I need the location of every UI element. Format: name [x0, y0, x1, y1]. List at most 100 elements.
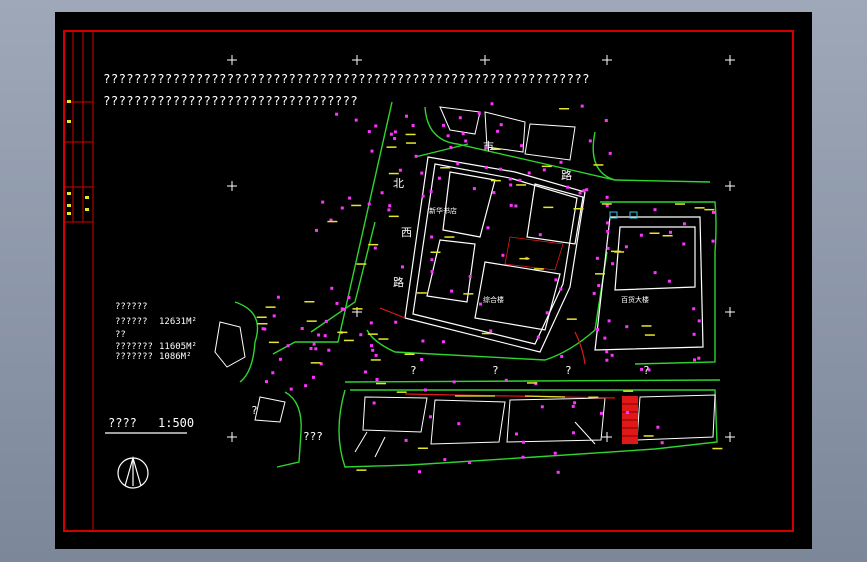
survey-point	[335, 301, 339, 305]
north-arrow-icon	[117, 455, 149, 489]
survey-point	[599, 411, 603, 415]
elevation-tick	[406, 142, 416, 144]
survey-point	[286, 344, 290, 348]
survey-point	[405, 114, 408, 118]
survey-point	[456, 162, 460, 166]
drawing-note-1: ????????????????????????????????????????…	[103, 71, 590, 86]
elevation-tick	[396, 391, 407, 393]
elevation-tick	[388, 215, 399, 218]
survey-point	[420, 171, 424, 175]
elevation-tick	[601, 203, 612, 205]
survey-point	[489, 329, 493, 333]
survey-point	[669, 230, 672, 234]
survey-point	[457, 422, 461, 426]
elevation-tick	[566, 318, 577, 320]
road-label-8: ?	[565, 364, 572, 377]
survey-point	[327, 348, 331, 352]
survey-point	[625, 325, 629, 329]
survey-point	[398, 168, 402, 172]
survey-point	[300, 327, 304, 330]
elevation-tick	[641, 325, 652, 327]
elevation-tick	[268, 341, 279, 344]
survey-point	[656, 425, 660, 429]
drawing-note-2: ?????????????????????????????????	[103, 93, 358, 108]
survey-point	[527, 171, 531, 175]
elevation-tick	[351, 204, 362, 207]
survey-point	[486, 226, 490, 230]
survey-point	[289, 387, 293, 391]
legend-value-1: 12631M²	[159, 317, 197, 327]
survey-point	[693, 358, 696, 362]
elevation-tick	[649, 232, 660, 234]
survey-point	[592, 291, 596, 295]
elevation-tick	[337, 331, 348, 334]
survey-point	[660, 441, 664, 445]
grid-crosshairs	[227, 55, 735, 442]
survey-point	[520, 144, 524, 148]
scale-title: ????	[108, 416, 137, 430]
building-label-main: 新华书店	[429, 207, 457, 215]
survey-point	[606, 229, 610, 233]
survey-point	[571, 404, 575, 408]
survey-point	[370, 149, 374, 153]
survey-point	[605, 350, 609, 354]
survey-point	[653, 208, 657, 212]
legend-value-4: 1086M²	[159, 352, 192, 362]
elevation-tick	[704, 208, 715, 211]
west-buildings	[214, 321, 286, 423]
elevation-tick	[519, 257, 530, 260]
legend-label-3: ???????	[115, 342, 153, 352]
survey-point	[472, 187, 476, 191]
elevation-tick	[430, 251, 441, 253]
survey-point	[411, 124, 415, 127]
survey-point	[607, 319, 611, 323]
survey-point	[559, 160, 563, 164]
survey-point	[330, 286, 334, 290]
road-label-11: ???	[303, 430, 323, 443]
survey-point	[606, 221, 610, 225]
survey-point	[404, 438, 408, 442]
elevation-tick	[644, 334, 655, 336]
survey-point	[374, 124, 378, 128]
survey-point	[323, 334, 327, 338]
survey-point	[605, 358, 609, 362]
road-label-5: 路	[561, 169, 572, 182]
drawing-sheet[interactable]: ????????????????????????????????????????…	[55, 12, 812, 549]
elevation-tick	[405, 133, 416, 136]
survey-point	[375, 378, 379, 381]
survey-point	[304, 384, 308, 388]
elevation-tick	[490, 179, 501, 182]
survey-point	[315, 228, 318, 232]
survey-point	[394, 320, 398, 324]
survey-point	[545, 311, 549, 315]
survey-point	[388, 204, 392, 208]
survey-point	[421, 339, 425, 343]
survey-point	[504, 378, 508, 382]
survey-point	[449, 145, 453, 149]
elevation-tick	[623, 390, 634, 392]
elevation-tick	[614, 251, 625, 253]
survey-point	[518, 178, 522, 182]
building-label-right: 百货大楼	[621, 296, 649, 304]
north-buildings	[439, 106, 576, 161]
survey-point	[522, 440, 525, 444]
survey-point	[348, 196, 352, 200]
survey-point	[464, 139, 468, 143]
elevation-tick	[593, 164, 604, 166]
survey-point	[683, 222, 686, 226]
survey-point	[387, 208, 391, 212]
survey-point	[553, 451, 557, 455]
survey-point	[261, 327, 265, 331]
survey-point	[359, 333, 363, 337]
survey-point	[484, 165, 488, 169]
elevation-tick	[416, 292, 427, 294]
survey-point	[364, 370, 367, 374]
survey-point	[312, 342, 316, 346]
survey-point	[429, 415, 432, 419]
survey-point	[442, 123, 445, 127]
survey-point	[450, 289, 454, 293]
elevation-tick	[265, 306, 276, 308]
road-network	[234, 101, 721, 468]
title-strip-marks	[67, 100, 89, 215]
survey-point	[372, 401, 376, 405]
